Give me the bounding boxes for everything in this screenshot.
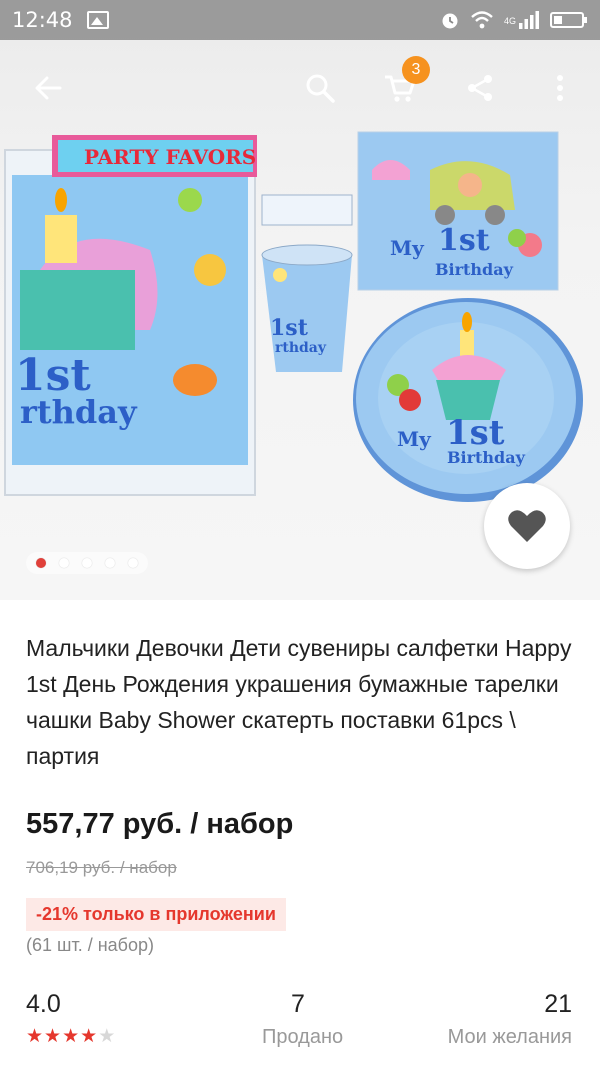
original-price: 706,19 руб. / набор bbox=[26, 858, 177, 877]
share-button[interactable] bbox=[452, 60, 508, 116]
pager-dot[interactable] bbox=[127, 558, 138, 568]
product-price: 557,77 руб. / набор bbox=[26, 808, 294, 840]
heart-icon bbox=[508, 510, 546, 542]
battery-icon bbox=[550, 12, 587, 28]
add-to-wishlist-button[interactable] bbox=[484, 483, 570, 569]
product-stats: 4.0 7 Продано 21 Мои желания bbox=[0, 990, 600, 1060]
star-icon: ★ bbox=[62, 1026, 80, 1047]
share-icon bbox=[468, 75, 492, 101]
signal-icon bbox=[519, 11, 539, 29]
pager-dot[interactable] bbox=[81, 558, 92, 568]
alarm-icon bbox=[442, 13, 458, 29]
plate-word: Birthday bbox=[447, 448, 526, 467]
package-label: PARTY FAVORS bbox=[84, 145, 256, 169]
wishlist-label[interactable]: Мои желания bbox=[448, 1026, 572, 1049]
star-icon: ★ bbox=[44, 1026, 62, 1047]
more-menu-button[interactable] bbox=[532, 60, 588, 116]
cart-button[interactable]: 3 bbox=[372, 56, 430, 116]
more-vertical-icon bbox=[557, 75, 563, 101]
tablecloth-package: PARTY FAVORS 1st rthday bbox=[4, 135, 257, 496]
search-button[interactable] bbox=[292, 60, 348, 116]
pager-dot[interactable] bbox=[104, 558, 115, 568]
back-arrow-icon bbox=[35, 76, 62, 100]
plate-number: 1st bbox=[446, 413, 505, 453]
star-icon: ★ bbox=[80, 1026, 98, 1047]
star-icon: ★ bbox=[26, 1026, 44, 1047]
cart-count-badge: 3 bbox=[402, 56, 430, 84]
napkin-my: My bbox=[390, 236, 425, 260]
napkin-number: 1st bbox=[438, 223, 490, 258]
rating-stars[interactable]: ★ ★ ★ ★ ★ bbox=[26, 1027, 115, 1047]
cup-number: 1st bbox=[270, 315, 309, 341]
cup-word: rthday bbox=[275, 340, 327, 356]
network-type: 4G bbox=[503, 16, 516, 26]
back-button[interactable] bbox=[20, 60, 76, 116]
sold-count: 7 bbox=[291, 990, 305, 1018]
image-pager-dots[interactable] bbox=[26, 552, 148, 574]
rating-value[interactable]: 4.0 bbox=[26, 990, 61, 1019]
product-title: Мальчики Девочки Дети сувениры салфетки … bbox=[26, 635, 572, 769]
pager-dot[interactable] bbox=[59, 558, 70, 568]
image-notification-icon bbox=[86, 11, 109, 29]
status-bar: 12:48 4G bbox=[0, 0, 600, 40]
top-toolbar: 3 bbox=[0, 56, 600, 120]
pack-info: (61 шт. / набор) bbox=[26, 935, 154, 955]
product-image-gallery[interactable]: PARTY FAVORS 1st rthday 1st rthday My 1s… bbox=[0, 0, 600, 600]
status-time: 12:48 bbox=[12, 8, 73, 32]
napkin-word: Birthday bbox=[435, 260, 514, 279]
cup-stack: 1st rthday bbox=[261, 194, 353, 372]
wishlist-count[interactable]: 21 bbox=[544, 990, 572, 1019]
plate-my: My bbox=[397, 427, 432, 451]
app-discount-badge: -21% только в приложении bbox=[26, 898, 286, 931]
sold-label: Продано bbox=[262, 1026, 344, 1048]
pager-dot[interactable] bbox=[36, 558, 47, 568]
plate: My 1st Birthday bbox=[353, 298, 583, 502]
star-icon: ★ bbox=[98, 1026, 116, 1047]
search-icon bbox=[306, 74, 335, 103]
napkin-pack: My 1st Birthday bbox=[357, 131, 559, 291]
tablecloth-word: rthday bbox=[20, 393, 138, 431]
wifi-icon bbox=[471, 11, 493, 29]
